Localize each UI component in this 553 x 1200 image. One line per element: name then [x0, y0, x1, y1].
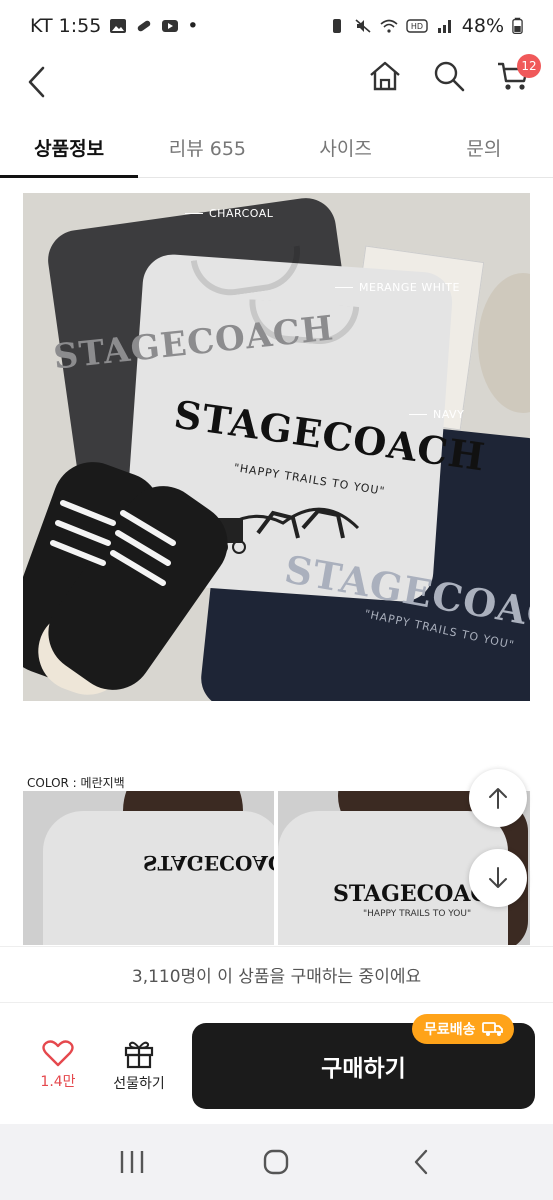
system-nav-bar	[0, 1124, 553, 1200]
status-bar: KT 1:55 • HD 48%	[0, 0, 553, 52]
back-system-button[interactable]	[391, 1132, 451, 1192]
back-icon	[28, 66, 45, 98]
free-shipping-badge: 무료배송	[412, 1014, 514, 1044]
battery-icon	[512, 17, 523, 34]
gift-button[interactable]: 선물하기	[106, 1039, 172, 1093]
tag-navy-label: NAVY	[433, 408, 465, 421]
tag-charcoal-label: CHARCOAL	[209, 207, 274, 220]
search-icon	[434, 61, 465, 92]
status-right: HD 48%	[328, 15, 523, 37]
carrier-time: KT 1:55	[30, 15, 102, 37]
nav-actions: 12	[367, 54, 541, 96]
product-main-image: STAGECOACH STAGECOACH STAGECOACH "HAPPY …	[23, 193, 530, 701]
purchase-notice: 3,110명이 이 상품을 구매하는 중이에요	[0, 946, 553, 1002]
cart-badge: 12	[517, 54, 541, 78]
signal-icon	[437, 20, 451, 33]
home-circle-icon	[264, 1149, 289, 1175]
mute-icon	[355, 19, 371, 33]
search-button[interactable]	[431, 56, 467, 96]
home-button[interactable]	[367, 56, 403, 96]
back-chevron-icon	[414, 1149, 428, 1175]
product-tabs: 상품정보 리뷰 655 사이즈 문의	[0, 118, 553, 178]
color-label: COLOR : 메란지백	[27, 776, 125, 790]
cart-button[interactable]: 12	[495, 54, 541, 96]
svg-text:HD: HD	[411, 22, 423, 31]
tab-inquiry[interactable]: 문의	[415, 118, 553, 177]
gallery-icon	[110, 19, 127, 33]
wish-button[interactable]: 1.4만	[30, 1039, 86, 1091]
model-photo-left: STAGECOACH	[23, 791, 274, 945]
truck-icon	[481, 1022, 503, 1036]
tag-white-label: MERANGE WHITE	[359, 281, 460, 294]
tab-size[interactable]: 사이즈	[277, 118, 415, 177]
status-left: KT 1:55 •	[30, 15, 199, 37]
action-bar: 1.4만 선물하기 구매하기 무료배송	[0, 1002, 553, 1124]
home-system-button[interactable]	[246, 1132, 306, 1192]
youtube-icon	[162, 20, 179, 32]
pill-icon	[138, 20, 151, 32]
tab-product-info[interactable]: 상품정보	[0, 118, 139, 178]
shoelace-graphic	[50, 500, 176, 586]
gift-label: 선물하기	[113, 1076, 165, 1092]
hd-icon: HD	[406, 19, 428, 33]
battery-percent: 48%	[461, 15, 504, 37]
cap-decor	[478, 273, 530, 413]
model-print-sub-right: "HAPPY TRAILS TO YOU"	[363, 909, 472, 919]
recents-icon	[120, 1151, 144, 1173]
heart-icon	[42, 1040, 74, 1067]
wifi-icon	[380, 19, 398, 33]
gift-icon	[124, 1041, 154, 1069]
scroll-down-button[interactable]	[469, 849, 527, 907]
tab-reviews[interactable]: 리뷰 655	[138, 118, 276, 177]
home-icon	[370, 61, 400, 91]
tag-merange-white: MERANGE WHITE	[335, 281, 460, 294]
wish-count: 1.4만	[40, 1074, 76, 1090]
arrow-down-icon	[489, 867, 507, 888]
model-print-left: STAGECOACH	[143, 851, 274, 875]
top-nav: 12	[0, 52, 553, 112]
free-shipping-label: 무료배송	[424, 1022, 476, 1038]
arrow-up-icon	[489, 788, 507, 809]
tag-navy: NAVY	[409, 408, 464, 421]
battery-saver-icon	[332, 19, 341, 33]
status-dot: •	[187, 15, 199, 37]
model-shirt	[43, 811, 274, 945]
scroll-up-button[interactable]	[469, 769, 527, 827]
back-button[interactable]	[22, 60, 52, 104]
tag-charcoal: CHARCOAL	[185, 207, 273, 220]
recents-button[interactable]	[102, 1132, 162, 1192]
